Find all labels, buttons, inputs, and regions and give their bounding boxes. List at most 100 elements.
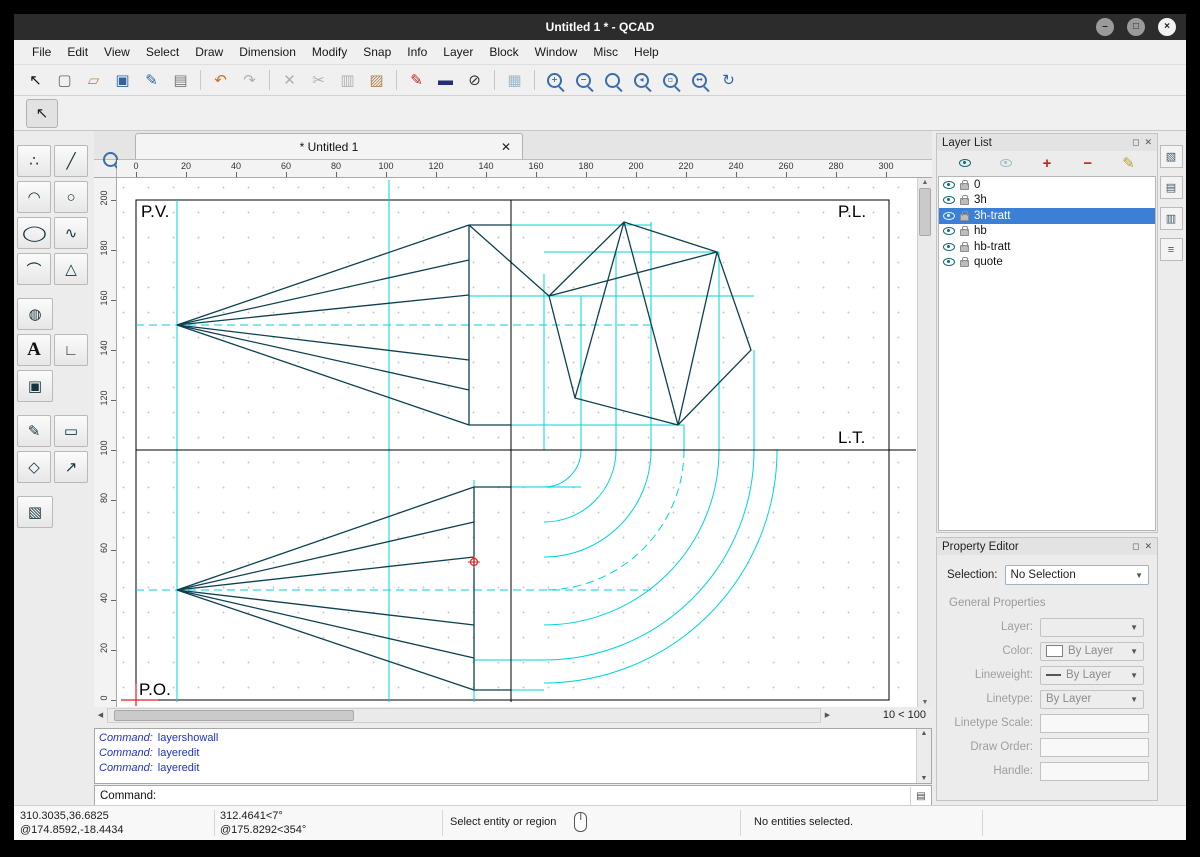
drawing-canvas[interactable]: P.V. P.L. L.T. P.O. bbox=[117, 178, 917, 707]
panel-close-icon[interactable]: ✕ bbox=[1144, 137, 1152, 148]
shape-tools-button[interactable]: △ bbox=[54, 253, 88, 285]
grid-toggle-button[interactable]: ▦ bbox=[501, 68, 528, 92]
menu-dimension[interactable]: Dimension bbox=[231, 42, 304, 62]
layer-row-hb-tratt[interactable]: hb-tratt bbox=[939, 239, 1155, 255]
new-file-button[interactable]: ▢ bbox=[51, 68, 78, 92]
auto-zoom-button[interactable] bbox=[599, 68, 626, 92]
layer-visibility-icon[interactable] bbox=[943, 211, 955, 220]
menu-help[interactable]: Help bbox=[626, 42, 667, 62]
layer-row-3h[interactable]: 3h bbox=[939, 193, 1155, 209]
layer-visibility-icon[interactable] bbox=[943, 196, 955, 205]
zoom-out-button[interactable]: − bbox=[570, 68, 597, 92]
copy-button[interactable]: ▥ bbox=[334, 68, 361, 92]
v-scroll-thumb[interactable] bbox=[919, 188, 931, 236]
maximize-button[interactable]: □ bbox=[1127, 18, 1145, 36]
paste-button[interactable]: ▨ bbox=[363, 68, 390, 92]
layer-lock-icon[interactable] bbox=[960, 179, 969, 190]
draft-mode-button[interactable]: ✎ bbox=[403, 68, 430, 92]
menu-snap[interactable]: Snap bbox=[355, 42, 399, 62]
color-combo[interactable]: By Layer ▼ bbox=[1040, 641, 1144, 661]
document-tab[interactable]: * Untitled 1 ✕ bbox=[135, 133, 523, 159]
minimize-button[interactable]: – bbox=[1096, 18, 1114, 36]
antialiasing-button[interactable]: ⊘ bbox=[461, 68, 488, 92]
menu-draw[interactable]: Draw bbox=[187, 42, 231, 62]
layer-lock-icon[interactable] bbox=[960, 257, 969, 268]
menu-block[interactable]: Block bbox=[481, 42, 526, 62]
h-scrollbar[interactable] bbox=[107, 707, 821, 723]
zoom-previous-button[interactable]: ◂ bbox=[628, 68, 655, 92]
toggle-library-browser-button[interactable]: ▧ bbox=[1159, 145, 1183, 168]
circle-tools-button[interactable]: ○ bbox=[54, 181, 88, 213]
linetype-combo[interactable]: By Layer ▼ bbox=[1040, 689, 1144, 709]
layer-row-3h-tratt[interactable]: 3h-tratt bbox=[939, 208, 1155, 224]
text-tool-button[interactable]: A bbox=[17, 334, 51, 366]
menu-file[interactable]: File bbox=[24, 42, 59, 62]
lineweight-combo[interactable]: By Layer ▼ bbox=[1040, 665, 1144, 685]
layer-lock-icon[interactable] bbox=[960, 226, 969, 237]
draw-order-input[interactable] bbox=[1040, 737, 1149, 757]
menu-layer[interactable]: Layer bbox=[435, 42, 481, 62]
linetype-scale-input[interactable] bbox=[1040, 713, 1149, 733]
zoom-in-button[interactable]: + bbox=[541, 68, 568, 92]
menu-info[interactable]: Info bbox=[399, 42, 435, 62]
show-all-layers-button[interactable] bbox=[949, 153, 981, 173]
history-scroll-up-icon[interactable]: ▲ bbox=[921, 730, 928, 737]
menu-edit[interactable]: Edit bbox=[59, 42, 96, 62]
open-file-button[interactable]: ▱ bbox=[80, 68, 107, 92]
undo-button[interactable]: ↶ bbox=[207, 68, 234, 92]
layer-row-quote[interactable]: quote bbox=[939, 255, 1155, 271]
draw-order-tools-button[interactable]: ✎ bbox=[17, 415, 51, 447]
layer-row-hb[interactable]: hb bbox=[939, 224, 1155, 240]
modify-tools-button[interactable]: ◇ bbox=[17, 451, 51, 483]
layer-visibility-icon[interactable] bbox=[943, 227, 955, 236]
hide-all-layers-button[interactable] bbox=[990, 153, 1022, 173]
command-options-icon[interactable]: ▤ bbox=[910, 787, 931, 805]
layer-lock-icon[interactable] bbox=[960, 210, 969, 221]
redo-button[interactable]: ↷ bbox=[236, 68, 263, 92]
selection-combo[interactable]: No Selection ▼ bbox=[1004, 565, 1149, 585]
edit-layer-button[interactable]: ✎ bbox=[1113, 153, 1145, 173]
cut-button[interactable]: ✂ bbox=[305, 68, 332, 92]
refresh-view-button[interactable]: ↻ bbox=[715, 68, 742, 92]
command-input[interactable] bbox=[162, 787, 910, 805]
scroll-right-icon[interactable]: ▶ bbox=[821, 711, 834, 719]
print-button[interactable]: ▤ bbox=[167, 68, 194, 92]
menu-window[interactable]: Window bbox=[527, 42, 586, 62]
point-tools-button[interactable]: ∴ bbox=[17, 145, 51, 177]
polyline-tools-button[interactable]: ⌒ bbox=[17, 253, 51, 285]
solid-tools-button[interactable]: ▧ bbox=[17, 496, 53, 528]
h-scroll-thumb[interactable] bbox=[114, 709, 354, 721]
panel-close-icon[interactable]: ✕ bbox=[1144, 541, 1152, 552]
pan-zoom-button[interactable]: ↔ bbox=[686, 68, 713, 92]
menu-select[interactable]: Select bbox=[138, 42, 187, 62]
history-scrollbar[interactable]: ▲ ▼ bbox=[916, 729, 931, 783]
add-layer-button[interactable]: + bbox=[1031, 153, 1063, 173]
scroll-up-icon[interactable]: ▲ bbox=[922, 179, 929, 186]
history-scroll-down-icon[interactable]: ▼ bbox=[921, 775, 928, 782]
scroll-down-icon[interactable]: ▼ bbox=[922, 699, 929, 706]
screen-linetypes-button[interactable]: ▬ bbox=[432, 68, 459, 92]
reset-button[interactable]: ✕ bbox=[276, 68, 303, 92]
toggle-property-editor-button[interactable]: ≡ bbox=[1159, 238, 1183, 261]
layer-visibility-icon[interactable] bbox=[943, 258, 955, 267]
drawing-preferences-button[interactable]: ✎ bbox=[138, 68, 165, 92]
layer-visibility-icon[interactable] bbox=[943, 180, 955, 189]
line-tools-button[interactable]: ╱ bbox=[54, 145, 88, 177]
snap-tools-button[interactable]: ↗ bbox=[54, 451, 88, 483]
layer-lock-icon[interactable] bbox=[960, 195, 969, 206]
zoom-window-button[interactable]: ▫ bbox=[657, 68, 684, 92]
menu-modify[interactable]: Modify bbox=[304, 42, 355, 62]
dimension-tools-button[interactable]: ∟ bbox=[54, 334, 88, 366]
arc-tools-button[interactable]: ◠ bbox=[17, 181, 51, 213]
handle-input[interactable] bbox=[1040, 761, 1149, 781]
menu-misc[interactable]: Misc bbox=[585, 42, 626, 62]
layer-visibility-icon[interactable] bbox=[943, 242, 955, 251]
panel-float-icon[interactable]: ◻ bbox=[1132, 137, 1139, 148]
save-file-button[interactable]: ▣ bbox=[109, 68, 136, 92]
hatch-tool-button[interactable]: ◍ bbox=[17, 298, 53, 330]
spline-tools-button[interactable]: ∿ bbox=[54, 217, 88, 249]
active-selection-tool-button[interactable]: ↖ bbox=[26, 98, 58, 128]
menu-view[interactable]: View bbox=[96, 42, 138, 62]
remove-layer-button[interactable]: − bbox=[1072, 153, 1104, 173]
layer-lock-icon[interactable] bbox=[960, 241, 969, 252]
